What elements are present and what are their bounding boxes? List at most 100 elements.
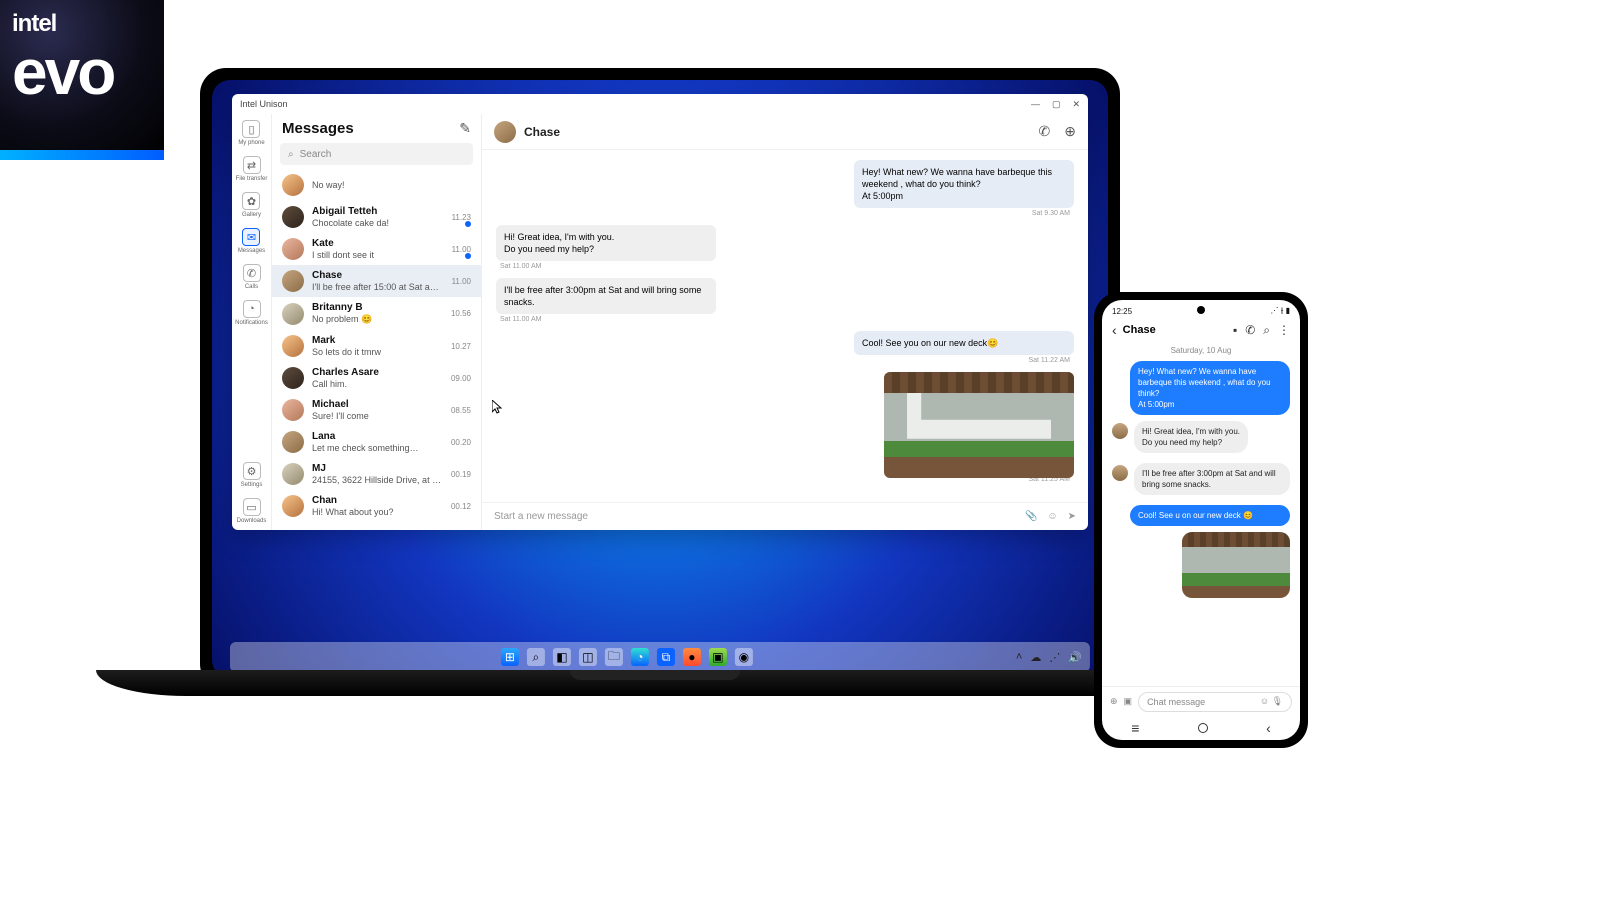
search-icon[interactable]: ⌕	[1263, 323, 1270, 338]
thread-name: Abigail Tetteh	[312, 206, 444, 218]
taskbar-steam-icon[interactable]: ◉	[735, 648, 753, 666]
taskbar-explorer-icon[interactable]: 🗀	[605, 648, 623, 666]
image-message[interactable]	[1182, 532, 1290, 598]
search-icon: ⌕	[288, 149, 294, 160]
phone-compose-input[interactable]: Chat message ☺ 🎙	[1138, 692, 1292, 712]
avatar	[282, 367, 304, 389]
thread-name: Britanny B	[312, 302, 443, 314]
phone-chat-body[interactable]: Hey! What new? We wanna have barbeque th…	[1102, 359, 1300, 686]
avatar	[282, 303, 304, 325]
compose-icon[interactable]: ✎	[459, 120, 471, 137]
tray-cloud-icon[interactable]: ☁	[1030, 651, 1041, 664]
message-timestamp: Sat 11.00 AM	[500, 316, 1074, 323]
tray-volume-icon[interactable]: 🔊	[1068, 651, 1082, 664]
taskbar-taskview-icon[interactable]: ◧	[553, 648, 571, 666]
video-icon[interactable]: ▪	[1233, 323, 1237, 338]
message-timestamp: Sat 11.22 AM	[496, 357, 1070, 364]
nav-gallery[interactable]: ✿ Gallery	[242, 192, 261, 218]
phone-navbar[interactable]: ≡ ‹	[1102, 716, 1300, 740]
gear-icon: ⚙	[243, 462, 261, 480]
recents-icon[interactable]: ≡	[1131, 720, 1139, 736]
thread-item[interactable]: MarkSo lets do it tmrw10.27	[272, 330, 481, 362]
search-input[interactable]: ⌕ Search	[280, 143, 473, 165]
nav-label: Notifications	[235, 320, 268, 326]
thread-item[interactable]: MJ24155, 3622 Hillside Drive, at 12:0000…	[272, 458, 481, 490]
nav-calls[interactable]: ✆ Calls	[243, 264, 261, 290]
thread-item[interactable]: KateI still dont see it11.00	[272, 233, 481, 265]
taskbar-widgets-icon[interactable]: ◫	[579, 648, 597, 666]
call-icon[interactable]: ✆	[1245, 323, 1255, 338]
taskbar-search-icon[interactable]: ⌕	[527, 648, 545, 666]
taskbar-edge-icon[interactable]: ◔	[631, 648, 649, 666]
avatar	[282, 238, 304, 260]
phone-frame: 12:25 ⋰ ⫲ ▮ ‹ Chase ▪ ✆ ⌕ ⋮ Saturday, 10…	[1094, 292, 1308, 748]
window-maximize[interactable]: ▢	[1052, 99, 1061, 110]
thread-preview: Call him.	[312, 379, 443, 389]
message-bubble: I'll be free after 3:00pm at Sat and wil…	[1134, 463, 1290, 495]
thread-item[interactable]: Charles AsareCall him.09.00	[272, 362, 481, 394]
emoji-icon[interactable]: ☺	[1047, 511, 1057, 522]
back-icon[interactable]: ‹	[1112, 322, 1117, 338]
phone-chat-header: ‹ Chase ▪ ✆ ⌕ ⋮	[1102, 318, 1300, 342]
thread-preview: 24155, 3622 Hillside Drive, at 12:00	[312, 475, 443, 485]
emoji-icon[interactable]: ☺	[1260, 696, 1269, 706]
send-icon[interactable]: ➤	[1068, 511, 1076, 522]
nav-messages[interactable]: ✉ Messages	[238, 228, 265, 254]
threads-heading: Messages	[282, 120, 354, 137]
nav-downloads[interactable]: ▭ Downloads	[237, 498, 267, 524]
nav-my-phone[interactable]: ▯ My phone	[238, 120, 264, 146]
avatar	[1112, 465, 1128, 481]
window-minimize[interactable]: —	[1031, 99, 1040, 110]
badge-product: evo	[12, 46, 152, 98]
nav-settings[interactable]: ⚙ Settings	[241, 462, 263, 488]
message-bubble: Hey! What new? We wanna have barbeque th…	[1130, 361, 1290, 415]
more-icon[interactable]: ⋮	[1278, 323, 1290, 338]
thread-item[interactable]: No way!	[272, 169, 481, 201]
nav-file-transfer[interactable]: ⇄ File transfer	[236, 156, 268, 182]
back-icon[interactable]: ‹	[1266, 720, 1271, 736]
attach-icon[interactable]: 📎	[1025, 511, 1037, 522]
phone-time: 12:25	[1112, 307, 1132, 316]
mic-icon[interactable]: 🎙	[1272, 696, 1283, 706]
thread-preview: I still dont see it	[312, 250, 444, 260]
message-bubble: Hi! Great idea, I'm with you. Do you nee…	[1134, 421, 1248, 453]
gallery-icon[interactable]: ▣	[1124, 696, 1133, 707]
tray-wifi-icon[interactable]: ⋰	[1049, 651, 1060, 664]
thread-item[interactable]: ChanHi! What about you?00.12	[272, 490, 481, 522]
windows-taskbar[interactable]: ⊞ ⌕ ◧ ◫ 🗀 ◔ ⧉ ● ▣ ◉ ˄ ☁ ⋰ 🔊	[230, 642, 1090, 672]
taskbar-start-icon[interactable]: ⊞	[501, 648, 519, 666]
conversation-header: Chase ✆ ⊕	[482, 114, 1088, 150]
taskbar-app-icon[interactable]: ▣	[709, 648, 727, 666]
thread-item[interactable]: Abigail TettehChocolate cake da!11.23	[272, 201, 481, 233]
thread-preview: Let me check something…	[312, 443, 443, 453]
phone-chat-name: Chase	[1123, 324, 1156, 336]
conversation-body[interactable]: Hey! What new? We wanna have barbeque th…	[482, 150, 1088, 502]
thread-item[interactable]: LanaLet me check something…00.20	[272, 426, 481, 458]
thread-preview: I'll be free after 15:00 at Sat and will…	[312, 282, 444, 292]
phone-camera	[1197, 306, 1205, 314]
window-close[interactable]: ✕	[1072, 99, 1080, 110]
thread-item[interactable]: MichaelSure! I'll come08.55	[272, 394, 481, 426]
nav-notifications[interactable]: ◔ Notifications	[235, 300, 268, 326]
avatar	[1112, 423, 1128, 439]
thread-preview: Chocolate cake da!	[312, 218, 444, 228]
image-message[interactable]	[884, 372, 1074, 478]
add-person-icon[interactable]: ⊕	[1064, 123, 1076, 140]
thread-name: Lana	[312, 431, 443, 443]
taskbar-app-icon[interactable]: ●	[683, 648, 701, 666]
avatar	[282, 399, 304, 421]
thread-list[interactable]: No way!Abigail TettehChocolate cake da!1…	[272, 169, 481, 530]
call-icon[interactable]: ✆	[1039, 123, 1051, 140]
taskbar-unison-icon[interactable]: ⧉	[657, 648, 675, 666]
phone-composer[interactable]: ⊕ ▣ Chat message ☺ 🎙	[1102, 686, 1300, 716]
avatar	[282, 206, 304, 228]
thread-item[interactable]: ChaseI'll be free after 15:00 at Sat and…	[272, 265, 481, 297]
message-composer[interactable]: Start a new message 📎 ☺ ➤	[482, 502, 1088, 530]
plus-icon[interactable]: ⊕	[1110, 696, 1118, 707]
thread-item[interactable]: Britanny BNo problem 😊10.56	[272, 297, 481, 330]
avatar	[282, 335, 304, 357]
home-icon[interactable]	[1198, 723, 1208, 733]
unison-window: Intel Unison — ▢ ✕ ▯ My phone ⇄ File	[232, 94, 1088, 530]
thread-preview: No problem 😊	[312, 314, 443, 325]
tray-chevron-icon[interactable]: ˄	[1016, 651, 1022, 663]
